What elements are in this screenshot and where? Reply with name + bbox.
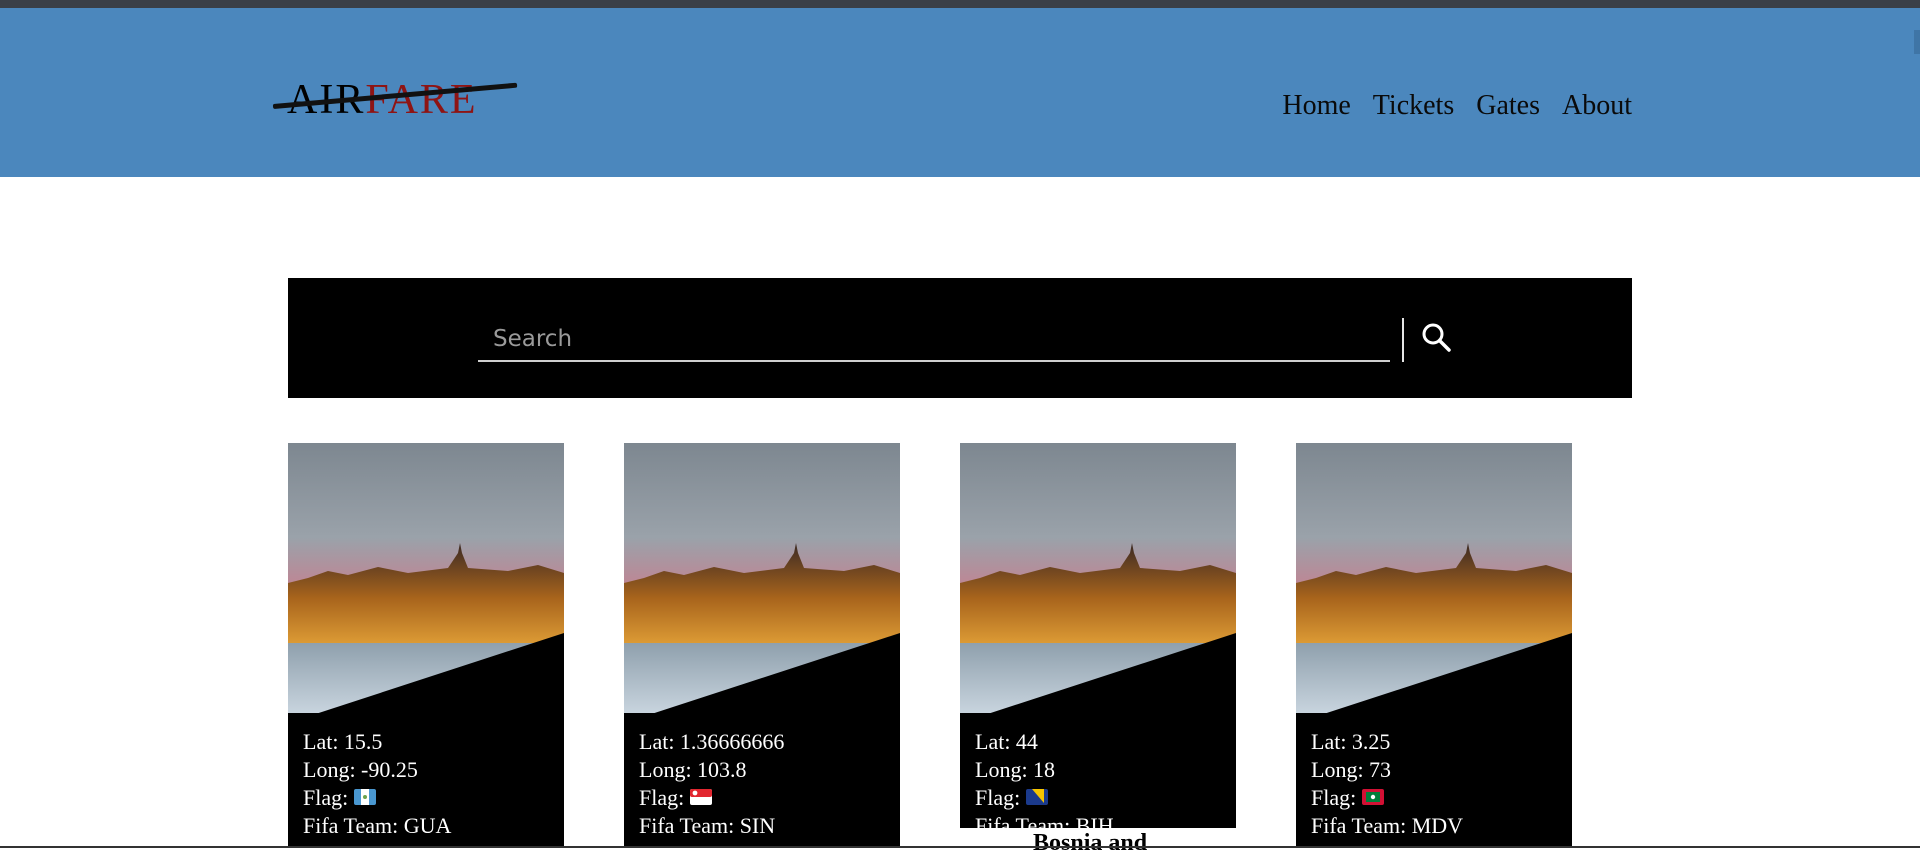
card-flag-label: Flag: bbox=[639, 785, 685, 810]
logo-text-fare: FARE bbox=[365, 77, 478, 123]
card-flag-label: Flag: bbox=[975, 785, 1021, 810]
card-flag-row: Flag: bbox=[303, 784, 451, 812]
country-card[interactable]: Lat: 44 Long: 18 Flag: Fifa Team: BIH bbox=[960, 443, 1236, 828]
card-team: Fifa Team: GUA bbox=[303, 813, 452, 838]
maldives-flag-icon bbox=[1362, 788, 1385, 805]
card-long: Long: 73 bbox=[1311, 757, 1392, 782]
card-lat: Lat: 15.5 bbox=[303, 729, 383, 754]
country-name-overflow: Bosnia and bbox=[1033, 830, 1148, 856]
card-diagonal bbox=[1296, 633, 1572, 723]
search-icon[interactable] bbox=[1418, 320, 1456, 358]
search-input[interactable] bbox=[478, 318, 1390, 362]
browser-top-edge bbox=[0, 0, 1920, 8]
card-lat: Lat: 1.36666666 bbox=[639, 729, 785, 754]
card-flag-row: Flag: bbox=[639, 784, 784, 812]
card-flag-label: Flag: bbox=[1311, 785, 1357, 810]
main-nav: Home Tickets Gates About bbox=[1282, 90, 1632, 122]
airfare-logo[interactable]: AIRFARE bbox=[272, 68, 518, 128]
site-header: AIRFARE Home Tickets Gates About bbox=[0, 8, 1920, 177]
card-long: Long: -90.25 bbox=[303, 757, 418, 782]
card-long: Long: 18 bbox=[975, 757, 1056, 782]
card-long: Long: 103.8 bbox=[639, 757, 747, 782]
card-flag-row: Flag: bbox=[975, 784, 1114, 812]
nav-about[interactable]: About bbox=[1562, 90, 1632, 122]
card-info: Lat: 44 Long: 18 Flag: Fifa Team: BIH bbox=[975, 728, 1114, 828]
card-diagonal bbox=[960, 633, 1236, 723]
card-info: Lat: 3.25 Long: 73 Flag: Fifa Team: MDV bbox=[1311, 728, 1463, 840]
guatemala-flag-icon bbox=[354, 788, 377, 805]
card-info: Lat: 1.36666666 Long: 103.8 Flag: Fifa T… bbox=[639, 728, 784, 840]
search-divider bbox=[1402, 318, 1404, 362]
nav-gates[interactable]: Gates bbox=[1476, 90, 1540, 122]
search-band bbox=[288, 278, 1632, 398]
card-diagonal bbox=[624, 633, 900, 723]
card-diagonal bbox=[288, 633, 564, 723]
card-lat: Lat: 3.25 bbox=[1311, 729, 1391, 754]
card-team: Fifa Team: BIH bbox=[975, 813, 1114, 828]
card-team: Fifa Team: SIN bbox=[639, 813, 776, 838]
country-card[interactable]: Lat: 1.36666666 Long: 103.8 Flag: Fifa T… bbox=[624, 443, 900, 848]
card-team: Fifa Team: MDV bbox=[1311, 813, 1464, 838]
bosnia-flag-icon bbox=[1026, 788, 1049, 805]
country-card[interactable]: Lat: 3.25 Long: 73 Flag: Fifa Team: MDV bbox=[1296, 443, 1572, 848]
scroll-indicator bbox=[1914, 30, 1920, 54]
card-flag-row: Flag: bbox=[1311, 784, 1463, 812]
card-flag-label: Flag: bbox=[303, 785, 349, 810]
singapore-flag-icon bbox=[690, 788, 713, 805]
card-info: Lat: 15.5 Long: -90.25 Flag: Fifa Team: … bbox=[303, 728, 451, 840]
nav-tickets[interactable]: Tickets bbox=[1373, 90, 1454, 122]
card-lat: Lat: 44 bbox=[975, 729, 1038, 754]
country-card[interactable]: Lat: 15.5 Long: -90.25 Flag: Fifa Team: … bbox=[288, 443, 564, 848]
nav-home[interactable]: Home bbox=[1282, 90, 1350, 122]
